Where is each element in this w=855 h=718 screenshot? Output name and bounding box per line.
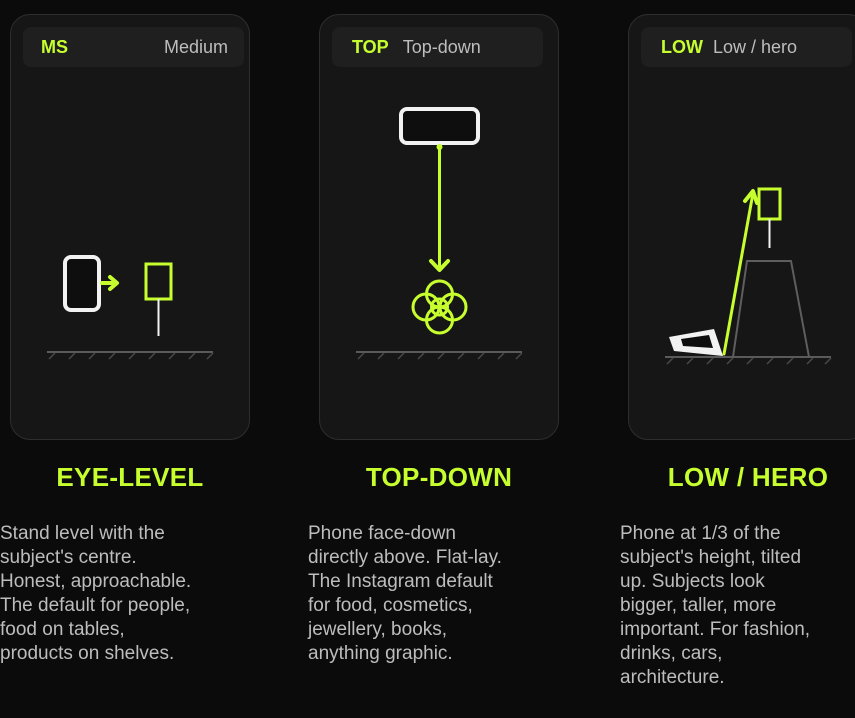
description-line: directly above. Flat-lay.: [308, 547, 502, 568]
description-line: Phone face-down: [308, 523, 456, 544]
description-line: for food, cosmetics,: [308, 595, 473, 616]
description-line: subject's height, tilted: [620, 547, 802, 568]
description-line: jewellery, books,: [308, 619, 448, 640]
arrow-right-icon: [100, 275, 119, 291]
eye-level-diagram: [47, 255, 214, 360]
camera-angles-guide: MS Medium TOP Top-down LOW Low / hero EY…: [0, 0, 855, 718]
phone-icon: [669, 329, 723, 356]
low-hero-diagram: [665, 187, 832, 365]
flat-lay-subject-icon: [411, 279, 468, 335]
top-down-description: Phone face-down directly above. Flat-lay…: [308, 522, 573, 666]
description-line: Phone at 1/3 of the: [620, 523, 781, 544]
low-hero-card: LOW Low / hero: [628, 14, 855, 440]
description-line: important. For fashion,: [620, 619, 811, 640]
phone-icon: [63, 255, 101, 312]
low-hero-title: LOW / HERO: [667, 462, 829, 492]
ground-line: [47, 351, 214, 360]
description-line: Stand level with the: [0, 523, 165, 544]
description-line: bigger, taller, more: [620, 595, 777, 616]
subject-icon: [757, 187, 782, 248]
description-line: drinks, cars,: [620, 643, 723, 664]
description-line: products on shelves.: [0, 643, 175, 664]
arrow-down-icon: [429, 144, 450, 272]
phone-icon: [399, 107, 480, 145]
description-line: up. Subjects look: [620, 571, 765, 592]
description-line: Honest, approachable.: [0, 571, 192, 592]
subject-icon: [144, 262, 173, 336]
top-down-diagram: [356, 107, 523, 360]
pedestal-icon: [732, 260, 810, 358]
ground-line: [356, 351, 523, 360]
description-line: food on tables,: [0, 619, 125, 640]
top-down-title: TOP-DOWN: [365, 462, 513, 492]
arrow-up-icon: [722, 189, 759, 356]
ground-line: [665, 356, 832, 365]
description-line: anything graphic.: [308, 643, 453, 664]
low-hero-description: Phone at 1/3 of the subject's height, ti…: [620, 522, 855, 690]
description-line: subject's centre.: [0, 547, 137, 568]
description-line: The default for people,: [0, 595, 191, 616]
eye-level-card: MS Medium: [10, 14, 250, 440]
description-line: The Instagram default: [308, 571, 493, 592]
eye-level-title: EYE-LEVEL: [56, 462, 204, 492]
eye-level-description: Stand level with the subject's centre. H…: [0, 522, 265, 666]
top-down-card: TOP Top-down: [319, 14, 559, 440]
description-line: architecture.: [620, 667, 725, 688]
